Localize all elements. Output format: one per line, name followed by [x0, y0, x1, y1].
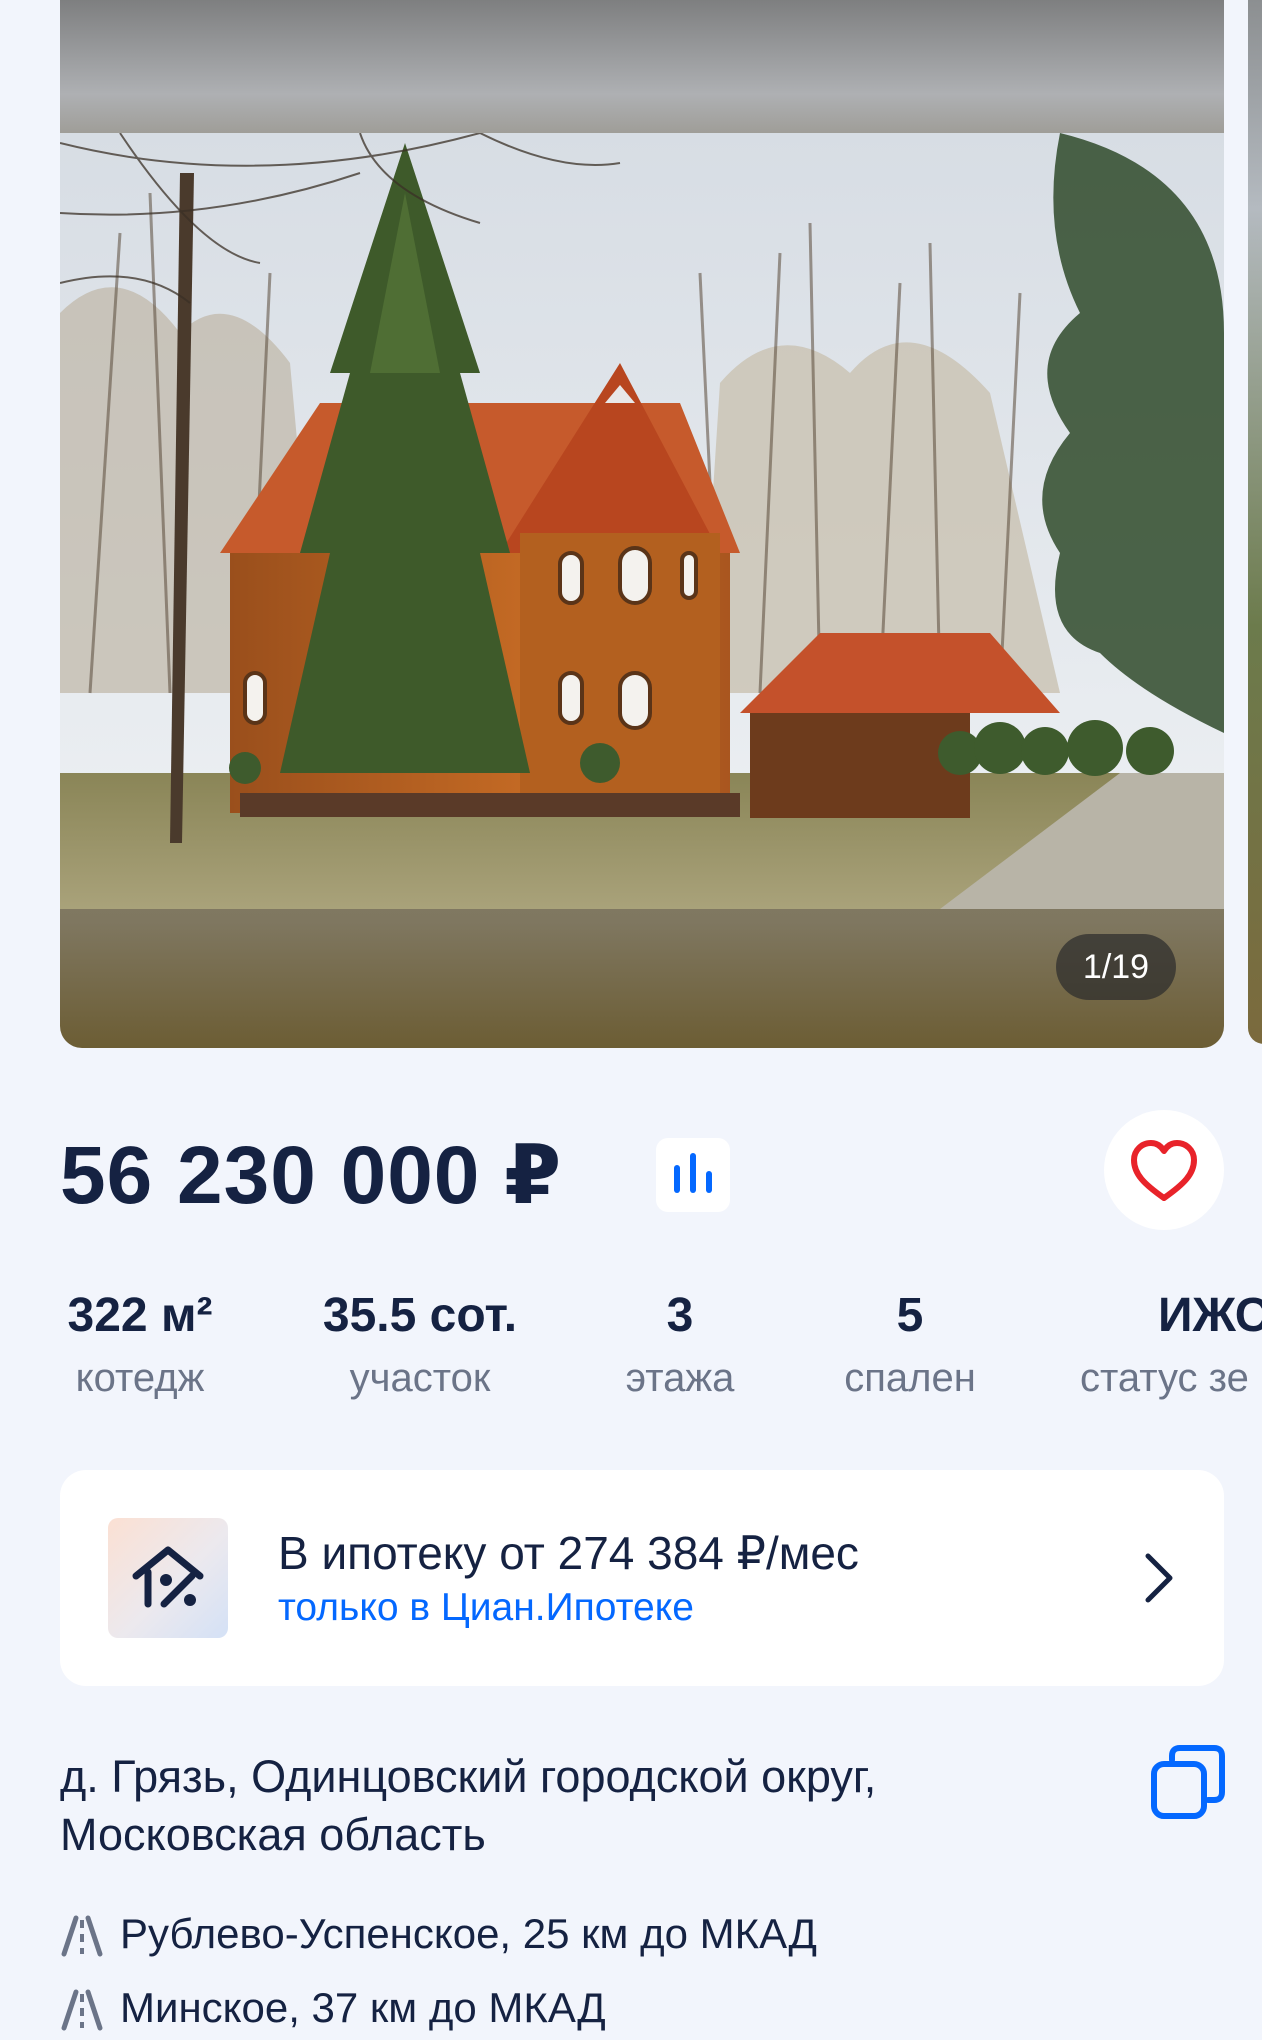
bar-chart-icon [674, 1153, 712, 1193]
spec-area: 322 м² котедж [60, 1288, 220, 1406]
next-photo-preview[interactable] [1248, 0, 1262, 1044]
road-icon [61, 1989, 103, 2031]
spec-value: 322 м² [67, 1289, 213, 1342]
chevron-right-icon [1145, 1553, 1173, 1603]
spec-value: 5 [896, 1289, 924, 1342]
spec-land-status: ИЖС статус зе [1080, 1288, 1262, 1406]
photo-gallery[interactable]: 1/19 [60, 0, 1224, 1048]
price: 56 230 000 ₽ [60, 1130, 563, 1221]
listing-page: 1/19 56 230 000 ₽ 322 м² котедж 35.5 сот… [0, 0, 1262, 2040]
road-icon [61, 1915, 103, 1957]
address-line: Московская область [60, 1809, 486, 1860]
spec-label: спален [844, 1356, 976, 1400]
spec-value: ИЖС [1158, 1289, 1262, 1342]
spec-value: 35.5 сот. [322, 1289, 518, 1342]
mortgage-banner[interactable]: В ипотеку от 274 384 ₽/мес только в Циан… [60, 1470, 1224, 1686]
spec-label: этажа [625, 1356, 735, 1400]
copy-icon [1151, 1745, 1225, 1819]
mortgage-link[interactable]: только в Циан.Ипотеке [278, 1584, 694, 1632]
address: д. Грязь, Одинцовский городской округ, М… [60, 1748, 1020, 1864]
spec-label: статус зе [1080, 1356, 1249, 1400]
spec-plot: 35.5 сот. участок [300, 1288, 540, 1406]
mortgage-icon [108, 1518, 228, 1638]
highway-text: Рублево-Успенское, 25 км до МКАД [120, 1910, 817, 1957]
address-line: д. Грязь, Одинцовский городской округ, [60, 1751, 877, 1802]
spec-label: участок [349, 1356, 491, 1400]
spec-bedrooms: 5 спален [830, 1288, 990, 1406]
highway-item: Минское, 37 км до МКАД [60, 1980, 1060, 2036]
house-photo [60, 133, 1224, 909]
mortgage-title: В ипотеку от 274 384 ₽/мес [278, 1527, 859, 1579]
spec-value: 3 [666, 1289, 694, 1342]
price-valuation-button[interactable] [656, 1138, 730, 1212]
spec-floors: 3 этажа [600, 1288, 760, 1406]
spec-label: котедж [75, 1356, 205, 1400]
house-percent-icon [132, 1546, 204, 1608]
photo-counter: 1/19 [1056, 934, 1176, 1000]
heart-icon [1131, 1140, 1197, 1201]
highway-item: Рублево-Успенское, 25 км до МКАД [60, 1906, 1060, 1962]
property-specs: 322 м² котедж 35.5 сот. участок 3 этажа … [0, 1288, 1262, 1418]
highway-text: Минское, 37 км до МКАД [120, 1984, 606, 2031]
favorite-button[interactable] [1104, 1110, 1224, 1230]
copy-address-button[interactable] [1148, 1742, 1228, 1822]
